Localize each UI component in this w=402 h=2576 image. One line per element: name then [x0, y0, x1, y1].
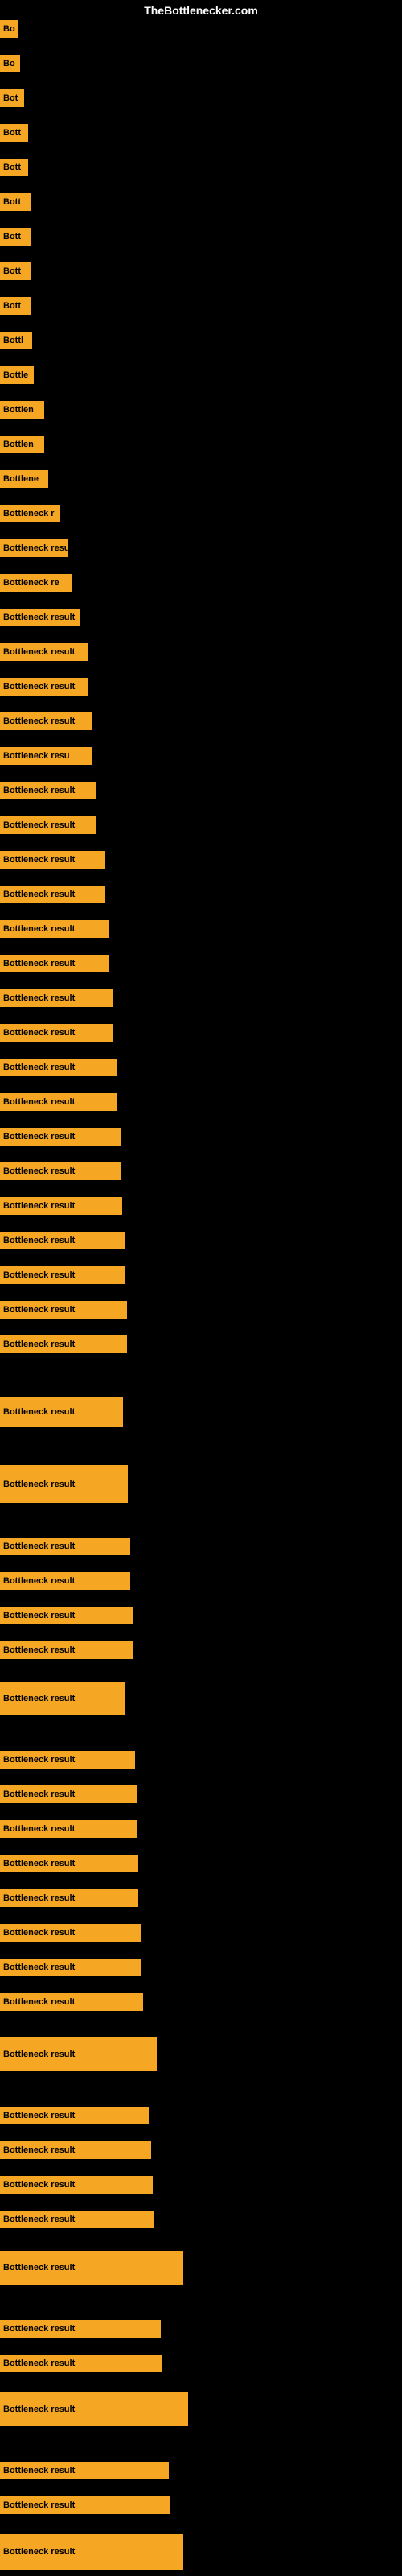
- bottleneck-bar: Bottleneck result: [0, 1607, 133, 1624]
- bottleneck-bar: Bottlene: [0, 470, 48, 488]
- bottleneck-bar: Bottleneck result: [0, 1538, 130, 1555]
- bottleneck-bar: Bott: [0, 262, 31, 280]
- bottleneck-bar: Bottleneck result: [0, 1785, 137, 1803]
- bottleneck-bar: Bottleneck result: [0, 2355, 162, 2372]
- bottleneck-bar: Bottleneck result: [0, 1924, 141, 1942]
- bottleneck-bar: Bottleneck result: [0, 2107, 149, 2124]
- bottleneck-bar: Bottleneck r: [0, 505, 60, 522]
- bottleneck-bar: Bott: [0, 228, 31, 246]
- bottleneck-bar: Bottleneck result: [0, 1572, 130, 1590]
- bottleneck-bar: Bottleneck resu: [0, 539, 68, 557]
- bottleneck-bar: Bottle: [0, 366, 34, 384]
- bottleneck-bar: Bottleneck result: [0, 1266, 125, 1284]
- bottleneck-bar: Bottleneck result: [0, 712, 92, 730]
- bottleneck-bar: Bottleneck result: [0, 2141, 151, 2159]
- bottleneck-bar: Bo: [0, 20, 18, 38]
- bottleneck-bar: Bottleneck result: [0, 1059, 117, 1076]
- bottleneck-bar: Bottleneck result: [0, 1751, 135, 1769]
- bottleneck-bar: Bottleneck result: [0, 1093, 117, 1111]
- bottleneck-bar: Bottleneck result: [0, 2176, 153, 2194]
- site-title: TheBottlenecker.com: [144, 4, 258, 17]
- bottleneck-bar: Bottleneck result: [0, 851, 105, 869]
- bottleneck-bar: Bottleneck result: [0, 609, 80, 626]
- bottleneck-bar: Bottleneck result: [0, 782, 96, 799]
- bottleneck-bar: Bottleneck result: [0, 1682, 125, 1715]
- bottleneck-bar: Bottleneck result: [0, 1889, 138, 1907]
- bottleneck-bar: Bottlen: [0, 401, 44, 419]
- bottleneck-bar: Bottleneck result: [0, 2392, 188, 2426]
- bottleneck-bar: Bottleneck re: [0, 574, 72, 592]
- bottleneck-bar: Bottleneck result: [0, 1197, 122, 1215]
- bottleneck-bar: Bottleneck result: [0, 816, 96, 834]
- bottleneck-bar: Bottleneck result: [0, 643, 88, 661]
- bottleneck-bar: Bo: [0, 55, 20, 72]
- bottleneck-bar: Bottleneck result: [0, 2462, 169, 2479]
- bottleneck-bar: Bottleneck result: [0, 1959, 141, 1976]
- bottleneck-bar: Bottlen: [0, 436, 44, 453]
- bottleneck-bar: Bottleneck result: [0, 2534, 183, 2570]
- bottleneck-bar: Bottleneck result: [0, 678, 88, 696]
- bottleneck-bar: Bott: [0, 159, 28, 176]
- bottleneck-bar: Bottleneck result: [0, 1397, 123, 1427]
- bottleneck-bar: Bottleneck result: [0, 2251, 183, 2285]
- bottleneck-bar: Bottleneck result: [0, 1301, 127, 1319]
- bottleneck-bar: Bottleneck result: [0, 2211, 154, 2228]
- bottleneck-bar: Bottleneck result: [0, 920, 109, 938]
- bottleneck-bar: Bottleneck result: [0, 1162, 121, 1180]
- bottleneck-bar: Bottleneck result: [0, 1855, 138, 1872]
- bottleneck-bar: Bottleneck result: [0, 1641, 133, 1659]
- bottleneck-bar: Bottleneck result: [0, 2320, 161, 2338]
- bottleneck-bar: Bottleneck result: [0, 2496, 170, 2514]
- bottleneck-bar: Bott: [0, 297, 31, 315]
- bottleneck-bar: Bot: [0, 89, 24, 107]
- bottleneck-bar: Bottleneck result: [0, 1993, 143, 2011]
- bottleneck-bar: Bottleneck result: [0, 1128, 121, 1146]
- bottleneck-bar: Bottleneck result: [0, 2037, 157, 2071]
- bottleneck-bar: Bottleneck result: [0, 1465, 128, 1503]
- bottleneck-bar: Bottleneck result: [0, 955, 109, 972]
- bottleneck-bar: Bottleneck result: [0, 1024, 113, 1042]
- bottleneck-bar: Bottl: [0, 332, 32, 349]
- bottleneck-bar: Bott: [0, 124, 28, 142]
- bottleneck-bar: Bott: [0, 193, 31, 211]
- bottleneck-bar: Bottleneck result: [0, 1335, 127, 1353]
- bottleneck-bar: Bottleneck result: [0, 989, 113, 1007]
- bottleneck-bar: Bottleneck resu: [0, 747, 92, 765]
- bottleneck-bar: Bottleneck result: [0, 886, 105, 903]
- bottleneck-bar: Bottleneck result: [0, 1820, 137, 1838]
- bottleneck-bar: Bottleneck result: [0, 1232, 125, 1249]
